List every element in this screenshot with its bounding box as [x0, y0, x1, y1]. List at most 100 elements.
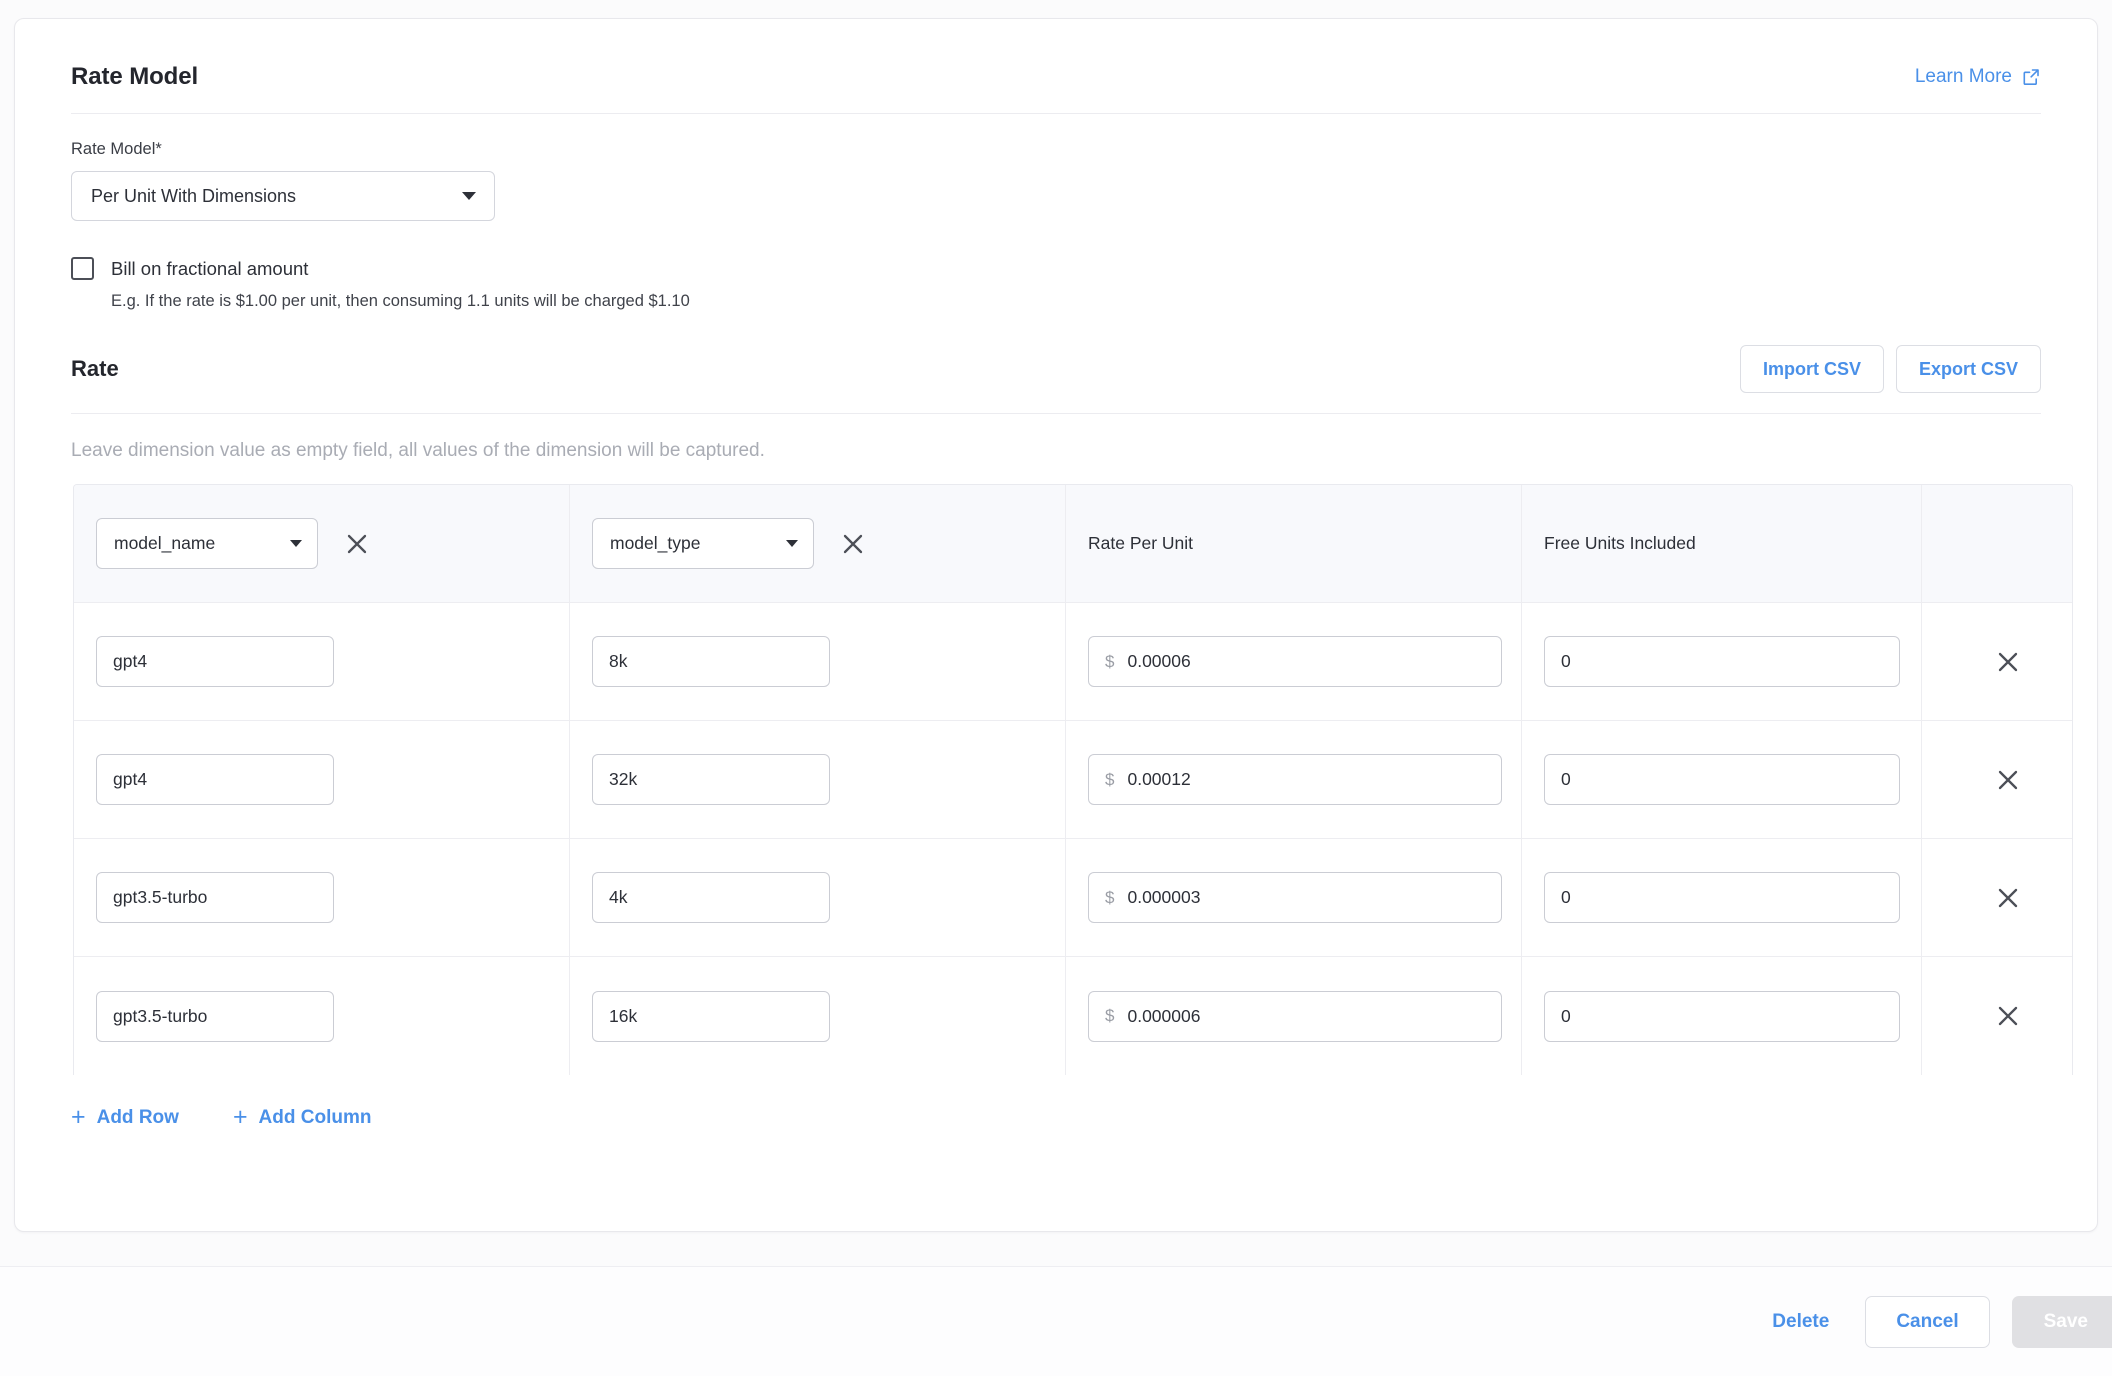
add-row-button[interactable]: + Add Row — [71, 1105, 179, 1130]
save-button: Save — [2011, 1295, 2112, 1348]
rate-model-select[interactable]: Per Unit With Dimensions — [71, 171, 495, 221]
free-units-input[interactable]: 0 — [1544, 872, 1900, 923]
add-column-button[interactable]: + Add Column — [233, 1105, 372, 1130]
bill-fractional-row: Bill on fractional amount — [71, 257, 2041, 280]
rate-per-unit-input[interactable]: $ 0.000006 — [1088, 990, 1502, 1042]
cell-free-units: 0 — [1522, 721, 1922, 838]
cell-row-action — [1922, 721, 2072, 838]
bill-fractional-label: Bill on fractional amount — [111, 257, 309, 279]
delete-button[interactable]: Delete — [1758, 1311, 1843, 1333]
rate-per-unit-input[interactable]: $ 0.000003 — [1088, 872, 1502, 923]
rate-per-unit-value: 0.00012 — [1127, 769, 1191, 789]
export-csv-button[interactable]: Export CSV — [1895, 345, 2041, 393]
free-units-header: Free Units Included — [1522, 485, 1922, 602]
dimension-select-2[interactable]: model_type — [592, 518, 814, 569]
cell-model-type: 8k — [570, 603, 1066, 720]
rate-section-header: Rate Import CSV Export CSV — [71, 345, 2041, 414]
bill-fractional-checkbox[interactable] — [71, 257, 94, 280]
learn-more-link[interactable]: Learn More — [1915, 66, 2041, 88]
cell-model-type: 16k — [570, 957, 1066, 1075]
table-add-actions: + Add Row + Add Column — [71, 1105, 2041, 1170]
remove-dimension-1-button[interactable] — [340, 527, 374, 561]
model-name-input[interactable]: gpt3.5-turbo — [96, 872, 334, 923]
cell-row-action — [1922, 839, 2072, 956]
currency-icon: $ — [1105, 887, 1115, 907]
rate-model-selected-value: Per Unit With Dimensions — [91, 185, 297, 206]
dimension-column-1-header: model_name — [74, 485, 570, 602]
row-actions-header — [1922, 485, 2072, 602]
add-row-label: Add Row — [96, 1106, 179, 1128]
remove-row-button[interactable] — [1991, 999, 2025, 1033]
page-title: Rate Model — [71, 63, 199, 90]
page-background: Rate Model Learn More Rate Model* Per Un… — [0, 0, 2112, 1376]
model-type-input[interactable]: 16k — [592, 990, 830, 1042]
cell-free-units: 0 — [1522, 603, 1922, 720]
remove-dimension-2-button[interactable] — [836, 527, 870, 561]
cell-model-type: 32k — [570, 721, 1066, 838]
learn-more-label: Learn More — [1914, 66, 2012, 87]
model-name-input[interactable]: gpt4 — [96, 636, 334, 687]
cell-model-name: gpt4 — [74, 721, 570, 838]
model-name-input[interactable]: gpt3.5-turbo — [96, 990, 334, 1042]
cell-row-action — [1922, 957, 2072, 1075]
dimension-hint: Leave dimension value as empty field, al… — [71, 440, 765, 461]
rate-per-unit-value: 0.000003 — [1127, 887, 1201, 907]
rate-model-card: Rate Model Learn More Rate Model* Per Un… — [14, 18, 2098, 1232]
cell-model-name: gpt3.5-turbo — [74, 957, 570, 1075]
remove-row-button[interactable] — [1991, 881, 2025, 915]
free-units-input[interactable]: 0 — [1544, 990, 1900, 1042]
table-row: gpt3.5-turbo 16k $ 0.000006 0 — [74, 957, 2072, 1075]
cell-model-type: 4k — [570, 839, 1066, 956]
table-row: gpt3.5-turbo 4k $ 0.000003 0 — [74, 839, 2072, 957]
external-link-icon — [2021, 67, 2041, 87]
cancel-button[interactable]: Cancel — [1865, 1295, 1990, 1348]
cell-row-action — [1922, 603, 2072, 720]
rate-table-header-row: model_name model_type Rate Per Unit Free… — [74, 485, 2072, 603]
cell-rate-per-unit: $ 0.000003 — [1066, 839, 1522, 956]
remove-row-button[interactable] — [1991, 763, 2025, 797]
rate-per-unit-value: 0.00006 — [1127, 651, 1191, 671]
table-row: gpt4 8k $ 0.00006 0 — [74, 603, 2072, 721]
rate-model-label: Rate Model* — [71, 140, 162, 158]
csv-button-group: Import CSV Export CSV — [1739, 345, 2041, 393]
model-name-input[interactable]: gpt4 — [96, 754, 334, 805]
bill-fractional-help: E.g. If the rate is $1.00 per unit, then… — [111, 292, 690, 310]
dimension-select-1-value: model_name — [114, 533, 216, 553]
free-units-input[interactable]: 0 — [1544, 636, 1900, 687]
currency-icon: $ — [1105, 651, 1115, 671]
footer-button-group: Delete Cancel Save — [1758, 1295, 2112, 1348]
rate-model-header: Rate Model Learn More — [71, 19, 2041, 114]
rate-per-unit-value: 0.000006 — [1127, 1005, 1201, 1026]
cell-rate-per-unit: $ 0.00012 — [1066, 721, 1522, 838]
table-row: gpt4 32k $ 0.00012 0 — [74, 721, 2072, 839]
add-column-label: Add Column — [258, 1106, 372, 1128]
free-units-input[interactable]: 0 — [1544, 754, 1900, 805]
remove-row-button[interactable] — [1991, 645, 2025, 679]
dimension-select-1[interactable]: model_name — [96, 518, 318, 569]
model-type-input[interactable]: 8k — [592, 636, 830, 687]
rate-per-unit-input[interactable]: $ 0.00012 — [1088, 754, 1502, 805]
rate-per-unit-header: Rate Per Unit — [1066, 485, 1522, 602]
dimension-select-2-value: model_type — [610, 533, 701, 553]
cell-model-name: gpt3.5-turbo — [74, 839, 570, 956]
free-units-header-label: Free Units Included — [1544, 533, 1696, 553]
import-csv-button[interactable]: Import CSV — [1739, 345, 1884, 393]
model-type-input[interactable]: 32k — [592, 754, 830, 805]
cell-free-units: 0 — [1522, 839, 1922, 956]
cell-model-name: gpt4 — [74, 603, 570, 720]
rate-section-title: Rate — [71, 356, 119, 381]
plus-icon: + — [71, 1103, 86, 1131]
rate-per-unit-input[interactable]: $ 0.00006 — [1088, 636, 1502, 687]
model-type-input[interactable]: 4k — [592, 872, 830, 923]
plus-icon: + — [232, 1103, 248, 1131]
chevron-down-icon — [786, 540, 798, 547]
rate-model-field: Rate Model* Per Unit With Dimensions — [71, 140, 2041, 221]
cell-free-units: 0 — [1522, 957, 1922, 1075]
form-footer: Delete Cancel Save — [0, 1266, 2112, 1376]
dimension-column-2-header: model_type — [570, 485, 1066, 602]
currency-icon: $ — [1105, 1006, 1115, 1025]
chevron-down-icon — [290, 540, 302, 547]
cell-rate-per-unit: $ 0.00006 — [1066, 603, 1522, 720]
cell-rate-per-unit: $ 0.000006 — [1066, 957, 1522, 1075]
currency-icon: $ — [1105, 769, 1115, 789]
